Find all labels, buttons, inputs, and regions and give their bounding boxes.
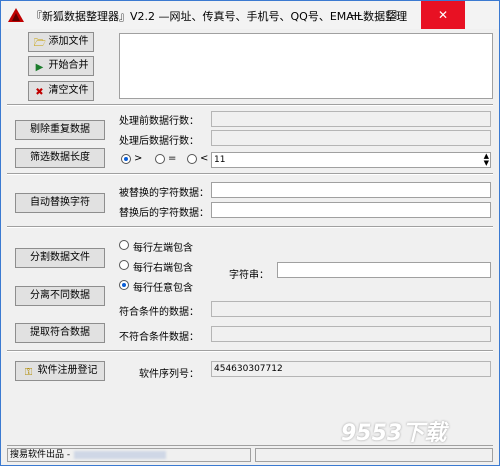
string-input[interactable] <box>277 262 491 278</box>
extract-data-button[interactable]: 提取符合数据 <box>15 323 105 343</box>
spinner-arrows-icon[interactable]: ▲ ▼ <box>484 153 489 167</box>
after-count-field <box>211 130 491 146</box>
maximize-button[interactable]: ☐ <box>375 1 409 29</box>
length-equal-label: = <box>168 153 177 164</box>
start-merge-label: 开始合并 <box>48 60 89 71</box>
add-file-label: 添加文件 <box>48 36 89 47</box>
length-spinner[interactable]: 11 ▲ ▼ <box>211 152 491 168</box>
divider <box>7 104 493 106</box>
nomatch-data-field <box>211 326 491 342</box>
separate-data-button[interactable]: 分离不同数据 <box>15 286 105 306</box>
watermark-logo: 9553下载 <box>341 415 446 447</box>
add-file-button[interactable]: 🗁 添加文件 <box>28 32 94 52</box>
file-list-box[interactable] <box>119 33 493 99</box>
length-greater-label: > <box>134 153 143 164</box>
match-right-radio[interactable] <box>119 260 129 270</box>
replace-value-input[interactable] <box>211 202 491 218</box>
filter-length-button[interactable]: 筛选数据长度 <box>15 148 105 168</box>
watermark-text: 9553下载 <box>341 421 447 446</box>
play-icon: ▶ <box>35 62 44 73</box>
close-button[interactable]: ✕ <box>421 1 465 29</box>
match-data-field <box>211 301 491 317</box>
nomatch-data-label: 不符合条件数据： <box>119 332 199 343</box>
serial-value: 454630307712 <box>214 364 283 374</box>
length-less-label: < <box>200 153 209 164</box>
divider <box>7 350 493 352</box>
match-left-label: 每行左端包含 <box>133 243 193 254</box>
status-text: 搜易软件出品 - <box>10 450 71 460</box>
length-less-radio[interactable] <box>187 154 197 164</box>
after-count-label: 处理后数据行数： <box>119 136 199 147</box>
match-any-label: 每行任意包含 <box>133 283 193 294</box>
start-merge-button[interactable]: ▶ 开始合并 <box>28 56 94 76</box>
key-icon: ⚿ <box>24 367 33 378</box>
match-right-label: 每行右端包含 <box>133 263 193 274</box>
folder-open-icon: 🗁 <box>33 38 46 49</box>
clear-files-button[interactable]: ✖ 清空文件 <box>28 81 94 101</box>
match-left-radio[interactable] <box>119 240 129 250</box>
app-window: 『新狐数据整理器』V2.2 —网址、传真号、手机号、QQ号、EMAIL数据整理 … <box>0 0 500 466</box>
serial-label: 软件序列号： <box>139 369 199 380</box>
app-logo-icon <box>8 8 24 22</box>
register-button[interactable]: ⚿ 软件注册登记 <box>15 361 105 381</box>
divider <box>7 226 493 228</box>
status-bar: 搜易软件出品 - <box>7 445 493 463</box>
status-obscured-text <box>74 450 167 459</box>
register-label: 软件注册登记 <box>37 365 98 376</box>
replace-target-label: 被替换的字符数据： <box>119 188 209 199</box>
dedup-button[interactable]: 剔除重复数据 <box>15 120 105 140</box>
string-label: 字符串： <box>229 270 269 281</box>
divider <box>7 173 493 175</box>
replace-target-input[interactable] <box>211 182 491 198</box>
title-bar: 『新狐数据整理器』V2.2 —网址、传真号、手机号、QQ号、EMAIL数据整理 … <box>1 1 499 29</box>
replace-value-label: 替换后的字符数据： <box>119 208 209 219</box>
auto-replace-button[interactable]: 自动替换字符 <box>15 193 105 213</box>
serial-field: 454630307712 <box>211 361 491 377</box>
minimize-button[interactable]: — <box>339 1 373 29</box>
before-count-field <box>211 111 491 127</box>
delete-icon: ✖ <box>35 87 44 98</box>
status-cell-secondary <box>255 448 493 462</box>
length-value: 11 <box>214 155 226 165</box>
length-equal-radio[interactable] <box>155 154 165 164</box>
clear-files-label: 清空文件 <box>48 85 89 96</box>
split-file-button[interactable]: 分割数据文件 <box>15 248 105 268</box>
status-cell-main: 搜易软件出品 - <box>7 448 251 462</box>
before-count-label: 处理前数据行数： <box>119 116 199 127</box>
match-any-radio[interactable] <box>119 280 129 290</box>
match-data-label: 符合条件的数据： <box>119 307 199 318</box>
length-greater-radio[interactable] <box>121 154 131 164</box>
